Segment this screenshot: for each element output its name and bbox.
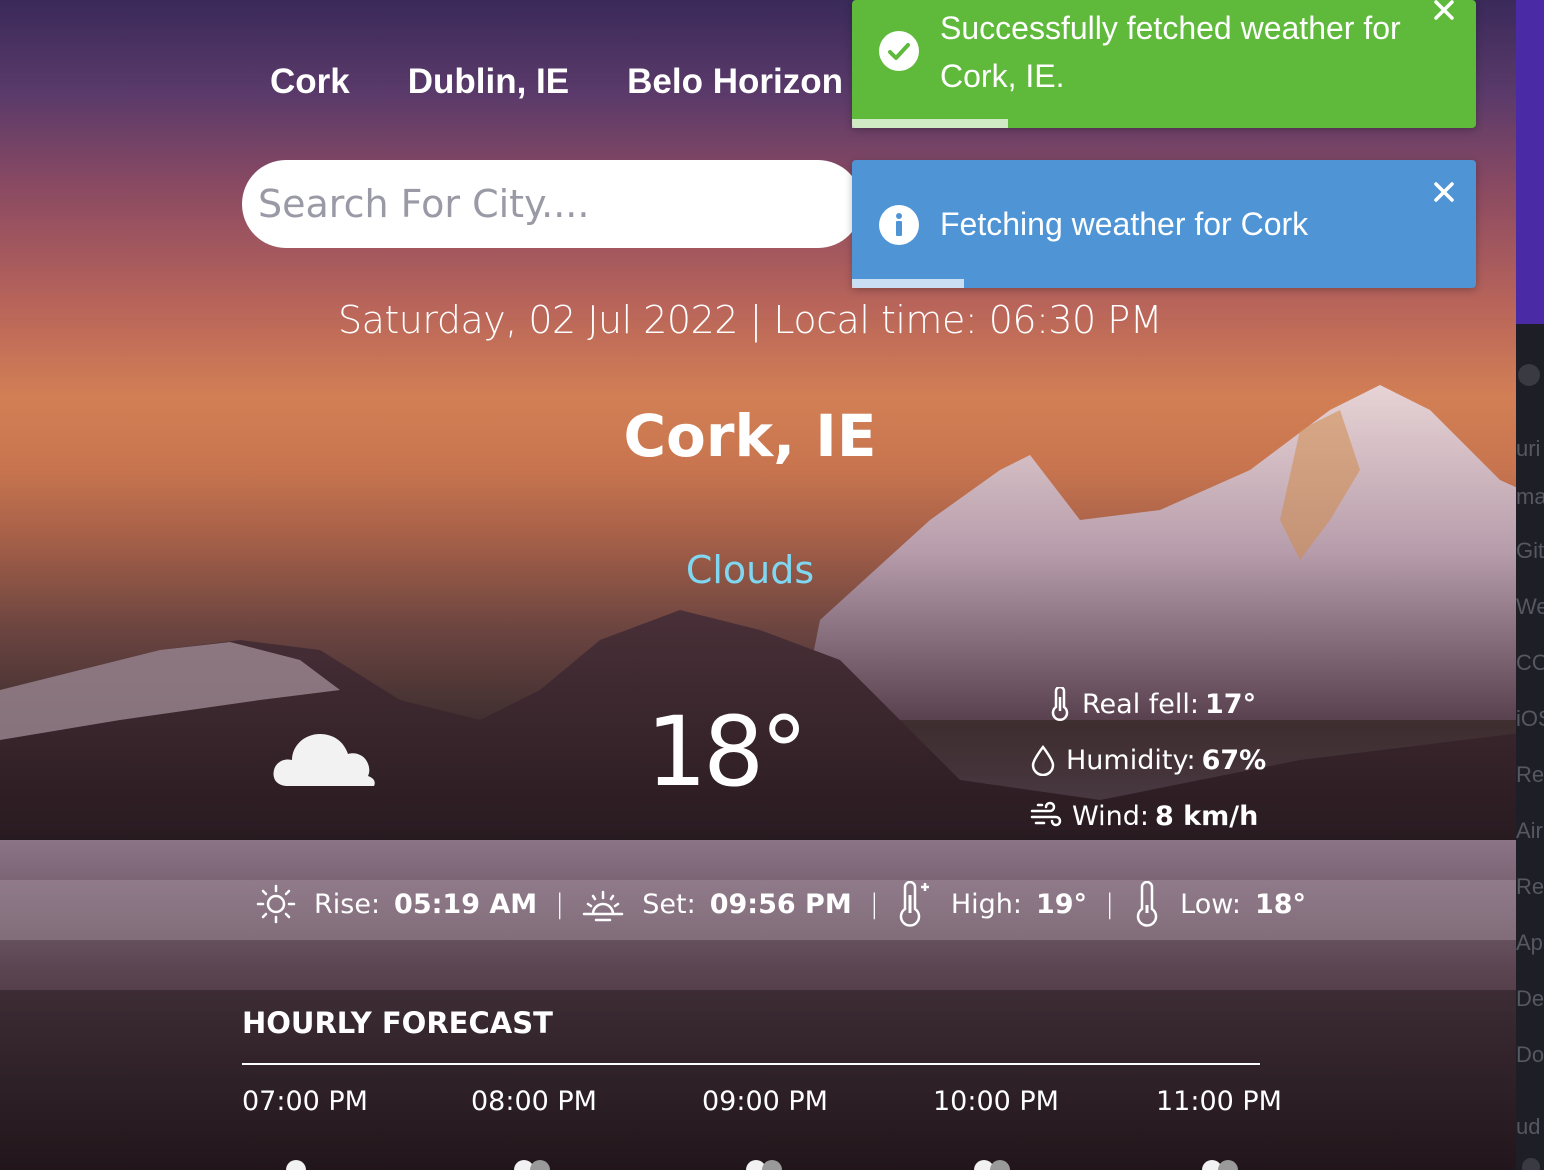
sidebar-fragment: We xyxy=(1516,594,1544,619)
adjacent-window-dot xyxy=(1518,364,1540,386)
adjacent-window-header xyxy=(1516,0,1544,324)
close-icon[interactable] xyxy=(1430,178,1458,206)
wind-icon xyxy=(1030,801,1062,827)
sun-temperature-row: Rise: 05:19 AM | Set: 09:56 PM | High: 1… xyxy=(256,878,1306,930)
thermometer-icon xyxy=(1051,687,1069,721)
weather-details: Real fell: 17° Humidity: 67% Wind: 8 km/… xyxy=(1030,676,1266,844)
city-title: Cork, IE xyxy=(623,402,877,470)
sidebar-fragment: De xyxy=(1516,986,1544,1011)
cloud-icon xyxy=(1202,1160,1238,1170)
hourly-forecast-title: HOURLY FORECAST xyxy=(242,1006,553,1040)
sidebar-fragment: iOS xyxy=(1516,706,1544,731)
sidebar-fragment: Do xyxy=(1516,1042,1544,1067)
hourly-time: 08:00 PM xyxy=(471,1086,597,1117)
sunset-icon xyxy=(583,890,624,922)
humidity-value: 67% xyxy=(1201,744,1267,776)
local-datetime: Saturday, 02 Jul 2022 | Local time: 06:3… xyxy=(337,298,1163,342)
current-temperature: 18° xyxy=(646,696,808,808)
sunrise-value: 05:19 AM xyxy=(394,888,538,920)
separator: | xyxy=(1105,888,1115,920)
cloud-icon xyxy=(273,734,375,786)
city-search-input[interactable] xyxy=(242,160,862,248)
toast-message: Fetching weather for Cork xyxy=(940,206,1309,242)
sidebar-fragment: Git xyxy=(1516,538,1544,563)
hourly-time: 07:00 PM xyxy=(242,1086,368,1117)
sidebar-fragment: uri xyxy=(1516,436,1541,461)
sidebar-fragment: Air xyxy=(1516,818,1543,843)
wind-row: Wind: 8 km/h xyxy=(1030,788,1266,844)
thermometer-low-icon xyxy=(1136,881,1158,927)
toast-progress-bar xyxy=(852,119,1008,128)
success-toast[interactable]: Successfully fetched weather for Cork, I… xyxy=(852,0,1476,128)
hourly-time: 11:00 PM xyxy=(1156,1086,1282,1117)
real-feel-value: 17° xyxy=(1205,688,1257,720)
city-shortcuts: Cork Dublin, IE Belo Horizon xyxy=(270,62,843,102)
wind-value: 8 km/h xyxy=(1154,800,1259,832)
high-label: High: xyxy=(950,888,1022,920)
sidebar-fragment: CO xyxy=(1516,650,1544,675)
high-value: 19° xyxy=(1035,888,1088,920)
cloud-icon xyxy=(514,1160,550,1170)
sidebar-fragment: Re xyxy=(1516,874,1544,899)
adjacent-window-edge: uri ma Git We CO iOS Re Air Re Ap De Do … xyxy=(1516,0,1544,1170)
separator: | xyxy=(555,888,565,920)
sidebar-fragment: Ap xyxy=(1516,930,1543,955)
toast-message: Successfully fetched weather for Cork, I… xyxy=(940,10,1401,94)
sunrise-label: Rise: xyxy=(314,888,381,920)
weather-condition: Clouds xyxy=(685,548,815,592)
low-value: 18° xyxy=(1254,888,1307,920)
sunset-value: 09:56 PM xyxy=(709,888,852,920)
check-circle-icon xyxy=(879,31,919,71)
wind-label: Wind: xyxy=(1072,800,1149,832)
real-feel-label: Real fell: xyxy=(1082,688,1200,720)
hourly-time: 10:00 PM xyxy=(933,1086,1059,1117)
cloud-icon xyxy=(974,1160,1010,1170)
sunset-label: Set: xyxy=(642,888,696,920)
droplet-icon xyxy=(1031,744,1055,776)
city-link-dublin[interactable]: Dublin, IE xyxy=(408,62,569,102)
city-link-belo-horizonte[interactable]: Belo Horizon xyxy=(627,62,843,102)
info-toast[interactable]: Fetching weather for Cork xyxy=(852,160,1476,288)
thermometer-high-icon xyxy=(899,881,929,927)
hourly-time: 09:00 PM xyxy=(702,1086,828,1117)
humidity-label: Humidity: xyxy=(1066,744,1196,776)
sidebar-fragment: ma xyxy=(1516,484,1544,509)
sidebar-fragment: Re xyxy=(1516,762,1544,787)
low-label: Low: xyxy=(1180,888,1241,920)
cloud-icon xyxy=(746,1160,782,1170)
city-link-cork[interactable]: Cork xyxy=(270,62,350,102)
sidebar-fragment: ud xyxy=(1516,1114,1541,1139)
real-feel-row: Real fell: 17° xyxy=(1030,676,1266,732)
separator: | xyxy=(869,888,879,920)
toast-progress-bar xyxy=(852,279,965,288)
partly-cloudy-icon xyxy=(286,1160,306,1170)
close-icon[interactable] xyxy=(1430,0,1458,24)
adjacent-window-dot xyxy=(1522,1158,1540,1170)
sunrise-icon xyxy=(256,884,296,924)
humidity-row: Humidity: 67% xyxy=(1030,732,1266,788)
info-circle-icon xyxy=(879,205,919,245)
divider xyxy=(242,1063,1260,1065)
